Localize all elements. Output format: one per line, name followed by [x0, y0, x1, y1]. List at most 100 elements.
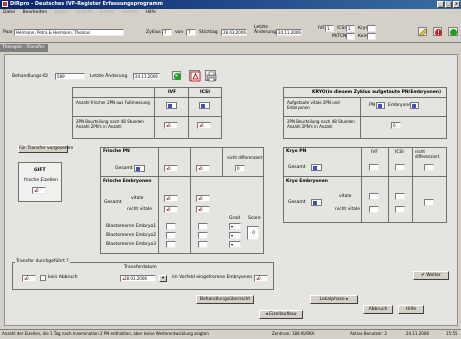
zyklus-label: Zyklus: [146, 30, 161, 35]
frische-pn-ivf-field[interactable]: ◂0: [164, 165, 178, 172]
kein-abbruch-label: kein Abbruch: [48, 275, 78, 280]
menu-datei[interactable]: Datei: [3, 10, 15, 15]
kryo-pn-ivf[interactable]: [369, 164, 379, 171]
close-button[interactable]: x: [453, 1, 460, 8]
kryo-48h-field[interactable]: 0: [391, 122, 401, 129]
stichtag-field[interactable]: 28.03.2006: [221, 29, 247, 36]
eingefroren-field[interactable]: ◂0: [254, 275, 268, 282]
eizellaufbau-button[interactable]: ◂ Eizellaufbau: [259, 310, 303, 319]
calendar-button[interactable]: ▾: [159, 275, 167, 282]
emb-nicht-icsi-field[interactable]: ◂0: [196, 206, 210, 213]
grad2-select[interactable]: ▾: [229, 232, 241, 239]
table-icon[interactable]: [189, 70, 201, 82]
blast1-ivf[interactable]: [166, 223, 176, 230]
transfer-tab[interactable]: Für Transfer vorgesehen: [18, 145, 73, 153]
zyklus-field[interactable]: 7: [162, 29, 172, 36]
grid-divider: [190, 147, 191, 254]
blastomeren-1: Blastomeren Embryo1: [106, 224, 157, 229]
kryo-pn-field[interactable]: [376, 102, 385, 109]
ivf-48h-field[interactable]: ◂0: [164, 122, 178, 129]
emb-vitale-ivf-field[interactable]: ◂0: [164, 195, 178, 202]
kryo-emb-vitale-ivf[interactable]: [369, 193, 379, 200]
grad1-select[interactable]: ▾: [229, 223, 241, 230]
icsi-field[interactable]: 1: [346, 25, 355, 32]
kryo-emb-gesamt-field[interactable]: [311, 199, 322, 206]
score-label: Score: [248, 216, 261, 221]
table-divider: [72, 116, 222, 117]
abbruch-button[interactable]: Abbruch: [363, 305, 393, 314]
menu-ansicht[interactable]: Ansicht: [76, 10, 93, 15]
blastomeren-3: Blastomeren Embryo3: [106, 242, 157, 247]
pencil-icon[interactable]: [418, 27, 428, 37]
frische-emb-vitale: vitale: [131, 196, 144, 201]
menu-hilfe[interactable]: Hilfe: [146, 10, 156, 15]
gift-sub: frische Eizellen: [24, 178, 58, 183]
grad3-select[interactable]: ▾: [229, 241, 241, 248]
frische-pn-gesamt-field[interactable]: [134, 165, 145, 172]
kryo-pn-label: PN: [369, 103, 376, 108]
score-field[interactable]: 0: [247, 226, 259, 240]
ivf-field[interactable]: 1: [325, 25, 334, 32]
kryo-emb-nicht-icsi[interactable]: [395, 206, 405, 213]
icsi-2pn-field[interactable]: [199, 102, 210, 109]
frische-pn-icsi-field[interactable]: ◂0: [196, 165, 210, 172]
kryo-pn-gesamt-field[interactable]: [311, 164, 322, 171]
lokalphase-button[interactable]: Lokalphase ▸: [310, 295, 358, 304]
minimize-button[interactable]: _: [437, 1, 444, 8]
weiter-button[interactable]: ✔ Weiter: [413, 271, 449, 280]
kryo-emb-nicht-diff[interactable]: [424, 199, 434, 206]
row-frische-2pn: Anzahl frischer 2PN aus Fußmessung: [76, 100, 150, 105]
kryo-pn-nicht[interactable]: [424, 164, 434, 171]
frische-pn-gesamt: Gesamt: [115, 166, 133, 171]
letzte-field[interactable]: 24.11.2006: [276, 29, 302, 36]
table-divider: [154, 87, 155, 139]
go-icon[interactable]: [448, 27, 458, 36]
kein-abbruch-checkbox[interactable]: [40, 275, 46, 281]
ok-icon[interactable]: [172, 71, 182, 81]
transfer-done-field[interactable]: ◂0: [22, 275, 36, 282]
ivf-2pn-field[interactable]: [166, 102, 177, 109]
frische-pn-nicht-field[interactable]: 0: [235, 165, 245, 172]
kryo-field[interactable]: [367, 25, 376, 32]
window-title: DIRpro - Deutsches IVF-Register Erfassun…: [10, 1, 163, 7]
von-field[interactable]: 7: [186, 29, 196, 36]
menu-extras[interactable]: Extras: [100, 10, 114, 15]
transferdatum-field[interactable]: ◂28.01.2006: [120, 275, 156, 282]
blast3-ivf[interactable]: [166, 241, 176, 248]
col-ivf: IVF: [168, 90, 177, 95]
status-zentrum: Zentrum: 188 KURKA: [272, 331, 315, 336]
kryo-emb-vitale-icsi[interactable]: [395, 193, 405, 200]
kryo-row-beurteilung: 2PN Beurteilung nach 48 Stunden Anzahl 2…: [287, 119, 355, 129]
kryo-emb-nicht-ivf[interactable]: [369, 206, 379, 213]
keine-field[interactable]: [367, 33, 376, 40]
von-label: von: [175, 30, 184, 35]
gift-field[interactable]: ◂0: [32, 187, 46, 194]
emb-vitale-icsi-field[interactable]: ◂0: [196, 195, 210, 202]
menu-daten[interactable]: Daten: [55, 10, 69, 15]
status-message: Anzahl der Eizellen, die 1 Tag nach Inse…: [2, 331, 209, 336]
behandlungs-id-field[interactable]: 589: [55, 73, 85, 80]
blast3-icsi[interactable]: [198, 241, 208, 248]
transfer-question: Transfer durchgeführt ?: [15, 258, 70, 265]
emb-nicht-ivf-field[interactable]: ◂0: [164, 206, 178, 213]
status-datum: 24.11.2006: [406, 331, 429, 336]
kryo-emb-nicht-vitale: nicht vitale: [335, 207, 361, 212]
record-changed-field[interactable]: 24.11.2006: [133, 73, 160, 80]
eingefroren-label: im Vorfeld eingefrorene Embryonen: [172, 275, 253, 280]
alert-icon[interactable]: [433, 27, 442, 36]
paar-field[interactable]: Hermann, Petra & Hermann, Thomas: [14, 29, 124, 36]
blast1-icsi[interactable]: [198, 223, 208, 230]
hilfe-button[interactable]: Hilfe: [398, 305, 424, 314]
blast2-icsi[interactable]: [198, 232, 208, 239]
menu-fenster[interactable]: Fenster: [121, 10, 138, 15]
menu-bearbeiten[interactable]: Bearbeiten: [22, 10, 47, 15]
mtcn-field[interactable]: [346, 33, 355, 40]
kryo-emb-field[interactable]: [410, 102, 419, 109]
kryo-pn-icsi[interactable]: [395, 164, 405, 171]
behandlungsuebersicht-button[interactable]: Behandlungsübersicht: [196, 295, 254, 304]
blast2-ivf[interactable]: [166, 232, 176, 239]
icsi-48h-field[interactable]: ◂0: [197, 122, 211, 129]
print-icon[interactable]: [205, 70, 217, 82]
maximize-button[interactable]: □: [445, 1, 452, 8]
gift-title: GIFT: [34, 168, 46, 173]
